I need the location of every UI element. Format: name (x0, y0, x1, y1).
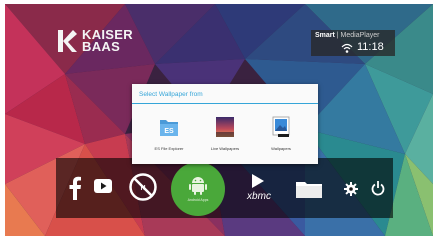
wifi-icon (341, 43, 353, 53)
power-icon[interactable] (371, 180, 385, 196)
device-brand-rest: | MediaPlayer (336, 32, 380, 39)
facebook-icon[interactable] (68, 176, 82, 200)
android-icon (189, 177, 207, 195)
logo-line-2: BAAS (82, 39, 121, 54)
folder-icon[interactable] (296, 180, 322, 198)
device-brand-bold: Smart (315, 32, 335, 39)
kaiser-baas-logo: KAISER BAAS (57, 28, 133, 54)
option-label: Wallpapers (271, 146, 291, 151)
wallpapers-icon (272, 116, 290, 137)
android-apps-label: Android Apps (187, 198, 209, 202)
select-wallpaper-dialog: Select Wallpaper from ES ES File Explore… (132, 84, 318, 164)
option-es-file-explorer[interactable]: ES ES File Explorer (144, 116, 194, 156)
option-label: ES File Explorer (154, 146, 184, 151)
home-screen: KAISER BAAS Smart | MediaPlayer 11:18 xb… (5, 4, 433, 236)
device-brand: Smart | MediaPlayer (315, 32, 379, 39)
logo-text: KAISER BAAS (82, 28, 133, 54)
option-live-wallpapers[interactable]: Live Wallpapers (200, 116, 250, 156)
live-wallpapers-icon (216, 117, 234, 137)
option-wallpapers[interactable]: Wallpapers (256, 116, 306, 156)
no-netflix-icon[interactable]: N (128, 172, 158, 202)
dialog-divider (132, 103, 318, 104)
xbmc-icon[interactable]: xbmc (238, 172, 280, 204)
youtube-icon[interactable] (94, 178, 112, 194)
xbmc-label: xbmc (246, 191, 271, 202)
android-apps-button[interactable]: Android Apps (171, 162, 225, 216)
es-file-explorer-icon: ES (160, 120, 178, 136)
status-panel: Smart | MediaPlayer 11:18 (311, 30, 395, 56)
kaiser-baas-k-icon (58, 30, 77, 52)
clock: 11:18 (357, 41, 384, 53)
option-label: Live Wallpapers (210, 146, 240, 151)
settings-gear-icon[interactable] (344, 182, 358, 196)
dialog-title: Select Wallpaper from (139, 91, 203, 98)
svg-text:ES: ES (164, 128, 174, 135)
